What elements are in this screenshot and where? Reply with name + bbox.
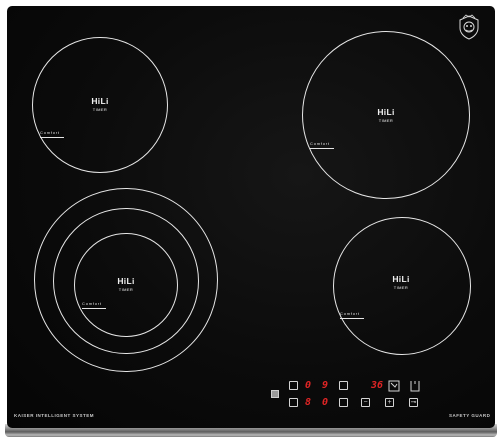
brand-text-right: SAFETY GUARD (449, 413, 491, 418)
zone-label-front-left: HiLi TIMER (96, 276, 156, 292)
comfort-line-rear-left (40, 137, 64, 138)
display-digit-bottom-1: 8 (305, 397, 312, 408)
timer-text: TIMER (118, 287, 134, 292)
power-indicator[interactable] (271, 390, 279, 398)
display-digit-top-1: 0 (305, 380, 312, 391)
zone-select-button-top-right[interactable] (339, 381, 348, 390)
comfort-label-rear-left: Comfort (40, 130, 60, 135)
comfort-line-front-right (340, 318, 364, 319)
hili-text: HiLi (377, 107, 395, 117)
timer-text: TIMER (378, 118, 394, 123)
hili-text: HiLi (117, 276, 135, 286)
clock-icon[interactable] (388, 380, 400, 392)
display-digit-top-2: 9 (322, 380, 329, 391)
hili-text: HiLi (91, 96, 109, 106)
zone-select-button-bottom-left[interactable] (289, 398, 298, 407)
display-digit-bottom-2: 0 (322, 397, 329, 408)
comfort-line-rear-right (310, 148, 334, 149)
zone-select-button-top-left[interactable] (289, 381, 298, 390)
zone-label-rear-right: HiLi TIMER (356, 107, 416, 123)
timer-bracket-icon[interactable] (409, 380, 421, 392)
timer-display: 36 (371, 380, 384, 391)
comfort-label-front-right: Comfort (340, 311, 360, 316)
comfort-line-front-left (82, 308, 106, 309)
comfort-label-front-left: Comfort (82, 301, 102, 306)
comfort-label-rear-right: Comfort (310, 141, 330, 146)
zone-label-front-right: HiLi TIMER (371, 274, 431, 290)
minus-symbol: − (363, 399, 368, 406)
zone-label-rear-left: HiLi TIMER (70, 96, 130, 112)
lock-icon: ⊸ (410, 399, 417, 406)
kaiser-logo-icon (459, 14, 479, 40)
minus-button[interactable]: − (361, 398, 370, 407)
timer-text: TIMER (393, 285, 409, 290)
plus-button[interactable]: + (385, 398, 394, 407)
lock-button[interactable]: ⊸ (409, 398, 418, 407)
timer-text: TIMER (92, 107, 108, 112)
hili-text: HiLi (392, 274, 410, 284)
plus-symbol: + (387, 399, 392, 406)
zone-select-button-bottom-right[interactable] (339, 398, 348, 407)
brand-text-left: KAISER INTELLIGENT SYSTEM (14, 413, 95, 418)
